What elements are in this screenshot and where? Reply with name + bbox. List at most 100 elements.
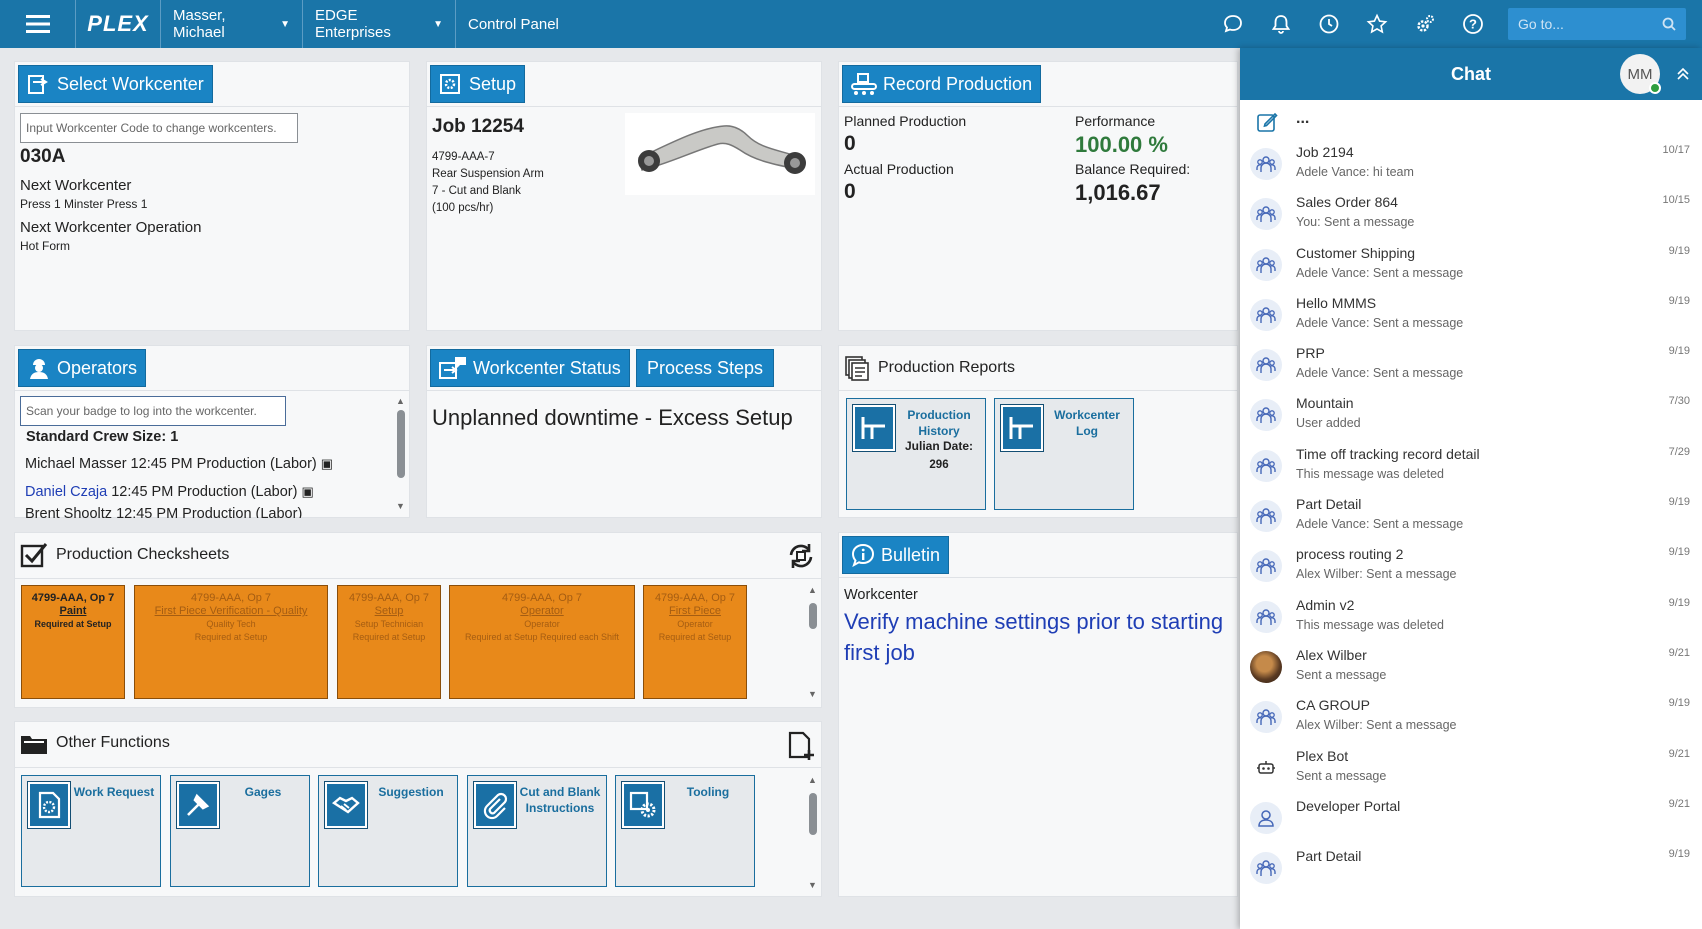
checksheets-scrollbar[interactable]: ▲ ▼ [806, 585, 820, 699]
scroll-down-arrow[interactable]: ▼ [396, 501, 405, 511]
compose-icon[interactable] [1256, 111, 1278, 133]
group-chat-icon [1250, 298, 1282, 331]
collapse-chevron-icon[interactable] [1676, 67, 1690, 81]
hamburger-menu-button[interactable] [0, 0, 76, 48]
goto-search-input[interactable]: Go to... [1508, 8, 1686, 40]
chat-last-message: Adele Vance: Sent a message [1296, 366, 1464, 381]
chat-conversation-name: Job 2194 [1296, 144, 1354, 160]
person-icon [1250, 801, 1282, 834]
chat-icon[interactable] [1220, 11, 1246, 37]
select-workcenter-button[interactable]: Select Workcenter [18, 65, 213, 103]
other-functions-scrollbar[interactable]: ▲ ▼ [806, 775, 820, 890]
chat-conversation-item[interactable]: Sales Order 864 You: Sent a message 10/15 [1240, 190, 1702, 240]
checksheet-card-paint[interactable]: 4799-AAA, Op 7 Paint Required at Setup [21, 585, 125, 699]
operator-name-link[interactable]: Daniel Czaja [25, 484, 107, 500]
chat-conversation-item[interactable]: Part Detail 9/19 [1240, 844, 1702, 894]
scroll-thumb[interactable] [397, 410, 405, 478]
bell-icon[interactable] [1268, 11, 1294, 37]
chat-conversation-item[interactable]: Admin v2 This message was deleted 9/19 [1240, 593, 1702, 643]
other-functions-header: Other Functions [20, 730, 170, 756]
chat-conversation-item[interactable]: Hello MMMS Adele Vance: Sent a message 9/1… [1240, 291, 1702, 341]
suggestion-tile[interactable]: Suggestion [318, 775, 458, 887]
checksheet-card-first-piece-quality[interactable]: 4799-AAA, Op 7 First Piece Verification … [134, 585, 328, 699]
scroll-thumb[interactable] [809, 793, 817, 835]
setup-button[interactable]: Setup [430, 65, 526, 103]
chat-conversation-item[interactable]: Job 2194 Adele Vance: hi team 10/17 [1240, 140, 1702, 190]
balance-required-value: 1,016.67 [1075, 180, 1161, 205]
checksheet-card-setup[interactable]: 4799-AAA, Op 7 Setup Setup Technician Re… [337, 585, 441, 699]
operator-row[interactable]: Daniel Czaja 12:45 PM Production (Labor)… [25, 484, 314, 500]
help-icon[interactable]: ? [1460, 11, 1486, 37]
scroll-up-arrow[interactable]: ▲ [808, 775, 817, 785]
operators-label: Operators [57, 357, 138, 378]
scroll-down-arrow[interactable]: ▼ [808, 689, 817, 699]
svg-text:?: ? [1469, 17, 1477, 32]
workcenter-log-tile[interactable]: Workcenter Log [994, 398, 1134, 510]
cut-and-blank-instructions-tile[interactable]: Cut and Blank Instructions [467, 775, 607, 887]
scroll-up-arrow[interactable]: ▲ [808, 585, 817, 595]
checksheet-card-first-piece[interactable]: 4799-AAA, Op 7 First Piece Operator Requ… [643, 585, 747, 699]
menu-icon [25, 15, 50, 33]
chat-conversation-item[interactable]: Customer Shipping Adele Vance: Sent a mes… [1240, 241, 1702, 291]
operators-button[interactable]: Operators [18, 349, 147, 387]
chat-conversation-item[interactable]: Part Detail Adele Vance: Sent a message 9/… [1240, 492, 1702, 542]
checksheet-part: 4799-AAA, Op 7 [190, 592, 272, 604]
chevron-down-icon: ▼ [280, 18, 290, 30]
tooling-tile[interactable]: Tooling [615, 775, 755, 887]
workcenter-code-input[interactable]: Input Workcenter Code to change workcent… [20, 113, 298, 143]
scroll-down-arrow[interactable]: ▼ [808, 880, 817, 890]
chevron-down-icon: ▼ [433, 18, 443, 30]
refresh-icon[interactable] [786, 541, 816, 571]
chat-conversation-item[interactable]: Developer Portal 9/21 [1240, 794, 1702, 844]
chat-conversation-name: Part Detail [1296, 496, 1362, 513]
scroll-thumb[interactable] [809, 603, 817, 629]
tooling-label: Tooling [686, 785, 730, 799]
page-title[interactable]: Control Panel [456, 0, 571, 48]
plex-logo[interactable]: PLEX [76, 0, 161, 48]
chat-conversation-item[interactable]: Plex Bot Sent a message 9/21 [1240, 744, 1702, 794]
badge-scan-input[interactable]: Scan your badge to log into the workcent… [20, 396, 286, 426]
avatar[interactable]: MM [1620, 54, 1661, 94]
process-steps-button[interactable]: Process Steps [636, 349, 775, 387]
workcenter-status-button[interactable]: Workcenter Status [430, 349, 630, 387]
checksheet-part: 4799-AAA, Op 7 [654, 592, 736, 604]
company-dropdown[interactable]: EDGE Enterprises ▼ [303, 0, 456, 48]
production-history-tile[interactable]: Production History Julian Date: 296 [846, 398, 986, 510]
bulletin-button[interactable]: Bulletin [842, 536, 950, 574]
record-production-label: Record Production [883, 73, 1033, 94]
gears-icon[interactable] [1412, 11, 1438, 37]
scroll-up-arrow[interactable]: ▲ [396, 396, 405, 406]
team-icon: ▣ [301, 484, 314, 499]
chat-conversation-item[interactable]: Mountain User added 7/30 [1240, 391, 1702, 441]
star-icon[interactable] [1364, 11, 1390, 37]
chat-conversation-item[interactable]: CA GROUP Alex Wilber: Sent a message 9/19 [1240, 693, 1702, 743]
chat-conversation-list: Job 2194 Adele Vance: hi team 10/17 Sales O… [1240, 140, 1702, 894]
gages-tile[interactable]: Gages [170, 775, 310, 887]
work-request-icon [27, 781, 71, 829]
chat-title: Chat [1451, 63, 1491, 84]
chat-conversation-item[interactable]: Alex Wilber Sent a message 9/21 [1240, 643, 1702, 693]
clock-icon[interactable] [1316, 11, 1342, 37]
chat-date: 7/29 [1668, 445, 1690, 458]
checksheet-name: Paint [59, 605, 87, 617]
record-production-button[interactable]: Record Production [842, 65, 1042, 103]
next-workcenter-label: Next Workcenter [20, 177, 132, 194]
more-options-button[interactable]: ... [1296, 110, 1309, 128]
work-request-tile[interactable]: Work Request [21, 775, 161, 887]
chat-conversation-item[interactable]: process routing 2 Alex Wilber: Sent a mes… [1240, 542, 1702, 592]
workcenter-status-label: Workcenter Status [473, 357, 621, 378]
chat-conversation-name: Hello MMMS [1296, 294, 1377, 311]
new-document-icon[interactable] [786, 730, 816, 762]
chat-conversation-name: Developer Portal [1296, 797, 1401, 814]
user-dropdown[interactable]: Masser, Michael ▼ [161, 0, 303, 48]
operator-row[interactable]: Michael Masser 12:45 PM Production (Labo… [25, 456, 333, 472]
planned-production-value: 0 [844, 132, 856, 155]
chat-conversation-name: process routing 2 [1296, 546, 1404, 563]
checkbox-icon [20, 543, 48, 568]
checksheet-card-operator[interactable]: 4799-AAA, Op 7 Operator Operator Require… [449, 585, 635, 699]
chat-conversation-item[interactable]: Time off tracking record detail This mess… [1240, 442, 1702, 492]
checksheet-role: Operator [524, 619, 560, 629]
chat-conversation-item[interactable]: PRP Adele Vance: Sent a message 9/19 [1240, 341, 1702, 391]
operators-scrollbar[interactable]: ▲ ▼ [394, 396, 408, 511]
operator-row[interactable]: Brent Shooltz 12:45 PM Production (Labor… [25, 506, 302, 518]
